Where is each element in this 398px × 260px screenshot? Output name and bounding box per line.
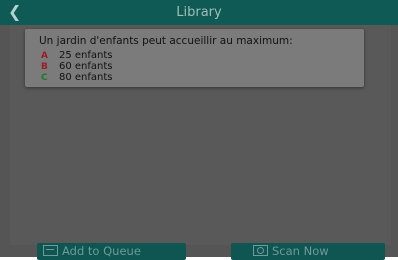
option-text: 80 enfants	[59, 72, 113, 83]
camera-icon	[253, 245, 268, 256]
question-text: Un jardin d'enfants peut accueillir au m…	[39, 35, 293, 47]
option-letter: C	[41, 73, 48, 83]
option-text: 25 enfants	[59, 50, 113, 61]
scan-now-label: Scan Now	[272, 244, 329, 258]
queue-icon	[43, 245, 58, 256]
option-c[interactable]: C 80 enfants	[41, 72, 113, 84]
question-card[interactable]: Un jardin d'enfants peut accueillir au m…	[25, 29, 364, 87]
app-screen: ❮ Library Un jardin d'enfants peut accue…	[0, 0, 398, 260]
scan-now-button[interactable]: Scan Now	[231, 243, 385, 260]
add-to-queue-label: Add to Queue	[62, 244, 141, 258]
option-text: 60 enfants	[59, 61, 113, 72]
page-title: Library	[176, 5, 222, 20]
add-to-queue-button[interactable]: Add to Queue	[37, 243, 186, 260]
top-bar: ❮ Library	[0, 0, 398, 25]
